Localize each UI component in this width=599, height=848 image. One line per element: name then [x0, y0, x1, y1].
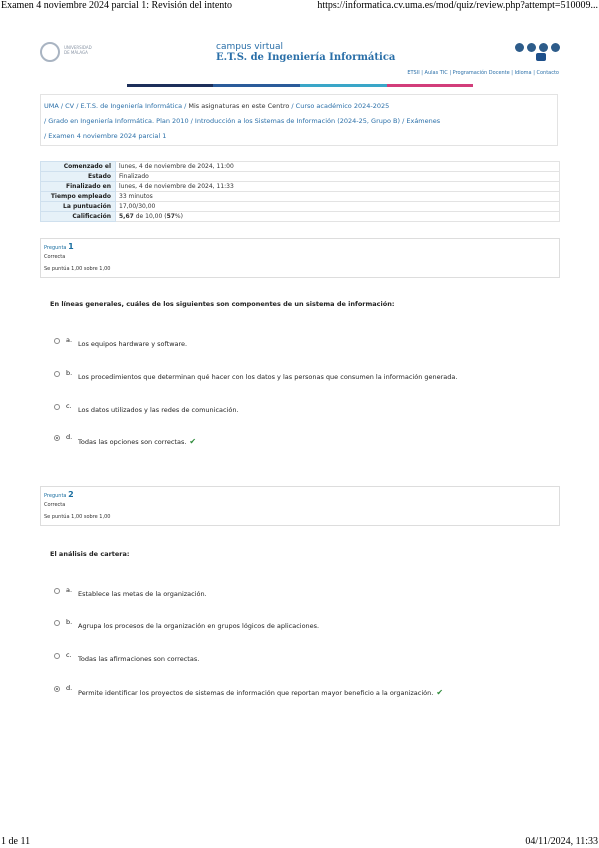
header-icons: [515, 43, 560, 52]
print-url: https://informatica.cv.uma.es/mod/quiz/r…: [317, 0, 598, 11]
top-links[interactable]: ETSII | Aulas TIC | Programación Docente…: [407, 70, 559, 76]
radio-button[interactable]: [54, 338, 60, 344]
breadcrumb-item[interactable]: E.T.S. de Ingeniería Informática: [80, 102, 182, 110]
radio-button[interactable]: [54, 435, 60, 441]
question-text: En líneas generales, cuáles de los sigui…: [50, 300, 395, 308]
summary-label: Comenzado el: [40, 161, 116, 172]
summary-value: 33 minutos: [115, 191, 560, 202]
radio-button[interactable]: [54, 588, 60, 594]
radio-button[interactable]: [54, 653, 60, 659]
question-grade: Se puntúa 1,00 sobre 1,00: [44, 266, 111, 272]
summary-value: 5,67 de 10,00 (57%): [115, 211, 560, 222]
question-grade: Se puntúa 1,00 sobre 1,00: [44, 514, 111, 520]
summary-label: Calificación: [40, 211, 116, 222]
summary-row: Calificación 5,67 de 10,00 (57%): [40, 211, 560, 222]
check-icon: ✔: [436, 688, 444, 697]
check-icon: ✔: [189, 437, 197, 446]
question-state: Correcta: [44, 502, 66, 508]
breadcrumb: UMA / CV / E.T.S. de Ingeniería Informát…: [40, 94, 558, 146]
breadcrumb-item[interactable]: Examen 4 noviembre 2024 parcial 1: [48, 132, 166, 140]
bell-icon[interactable]: [515, 43, 524, 52]
attempt-summary: Comenzado el lunes, 4 de noviembre de 20…: [40, 161, 560, 222]
summary-row: Estado Finalizado: [40, 171, 560, 182]
summary-value: lunes, 4 de noviembre de 2024, 11:00: [115, 161, 560, 172]
question-number: Pregunta 1: [44, 242, 74, 251]
avatar[interactable]: [536, 53, 546, 61]
breadcrumb-item[interactable]: Introducción a los Sistemas de Informaci…: [195, 117, 400, 125]
question-info: Pregunta 2 Correcta Se puntúa 1,00 sobre…: [40, 486, 560, 526]
question-text: El análisis de cartera:: [50, 550, 130, 558]
color-segment: [40, 84, 127, 87]
summary-value: Finalizado: [115, 171, 560, 182]
summary-value: 17,00/30,00: [115, 201, 560, 212]
campus-virtual-label: campus virtual: [216, 42, 283, 52]
question-number: Pregunta 2: [44, 490, 74, 499]
print-header: Examen 4 noviembre 2024 parcial 1: Revis…: [0, 0, 599, 12]
university-logo[interactable]: [40, 42, 60, 62]
page-number: 1 de 11: [1, 836, 31, 847]
site-header: UNIVERSIDAD DE MÁLAGA campus virtual E.T…: [40, 38, 560, 84]
color-segment: [386, 84, 474, 87]
breadcrumb-item[interactable]: Mis asignaturas en este Centro: [188, 102, 289, 110]
summary-label: La puntuación: [40, 201, 116, 212]
summary-row: La puntuación 17,00/30,00: [40, 201, 560, 212]
summary-value: lunes, 4 de noviembre de 2024, 11:33: [115, 181, 560, 192]
color-segment: [126, 84, 214, 87]
print-title: Examen 4 noviembre 2024 parcial 1: Revis…: [1, 0, 233, 11]
summary-row: Tiempo empleado 33 minutos: [40, 191, 560, 202]
summary-label: Finalizado en: [40, 181, 116, 192]
logo-text: UNIVERSIDAD DE MÁLAGA: [64, 45, 92, 55]
breadcrumb-item[interactable]: UMA: [44, 102, 59, 110]
radio-button[interactable]: [54, 371, 60, 377]
breadcrumb-item[interactable]: Grado en Ingeniería Informática. Plan 20…: [48, 117, 188, 125]
color-segment: [300, 84, 387, 87]
color-segment: [213, 84, 301, 87]
radio-button[interactable]: [54, 686, 60, 692]
color-bar: [40, 84, 561, 87]
mail-icon[interactable]: [539, 43, 548, 52]
radio-button[interactable]: [54, 404, 60, 410]
help-icon[interactable]: [551, 43, 560, 52]
print-date: 04/11/2024, 11:33: [525, 836, 598, 847]
print-footer: 1 de 11 04/11/2024, 11:33: [0, 836, 599, 848]
color-segment: [473, 84, 561, 87]
breadcrumb-item[interactable]: CV: [65, 102, 74, 110]
question-state: Correcta: [44, 254, 66, 260]
breadcrumb-item[interactable]: Exámenes: [406, 117, 440, 125]
chat-icon[interactable]: [527, 43, 536, 52]
site-title[interactable]: E.T.S. de Ingeniería Informática: [216, 52, 395, 63]
summary-label: Estado: [40, 171, 116, 182]
summary-row: Finalizado en lunes, 4 de noviembre de 2…: [40, 181, 560, 192]
breadcrumb-item[interactable]: Curso académico 2024-2025: [296, 102, 390, 110]
question-info: Pregunta 1 Correcta Se puntúa 1,00 sobre…: [40, 238, 560, 278]
summary-label: Tiempo empleado: [40, 191, 116, 202]
radio-button[interactable]: [54, 620, 60, 626]
summary-row: Comenzado el lunes, 4 de noviembre de 20…: [40, 161, 560, 172]
